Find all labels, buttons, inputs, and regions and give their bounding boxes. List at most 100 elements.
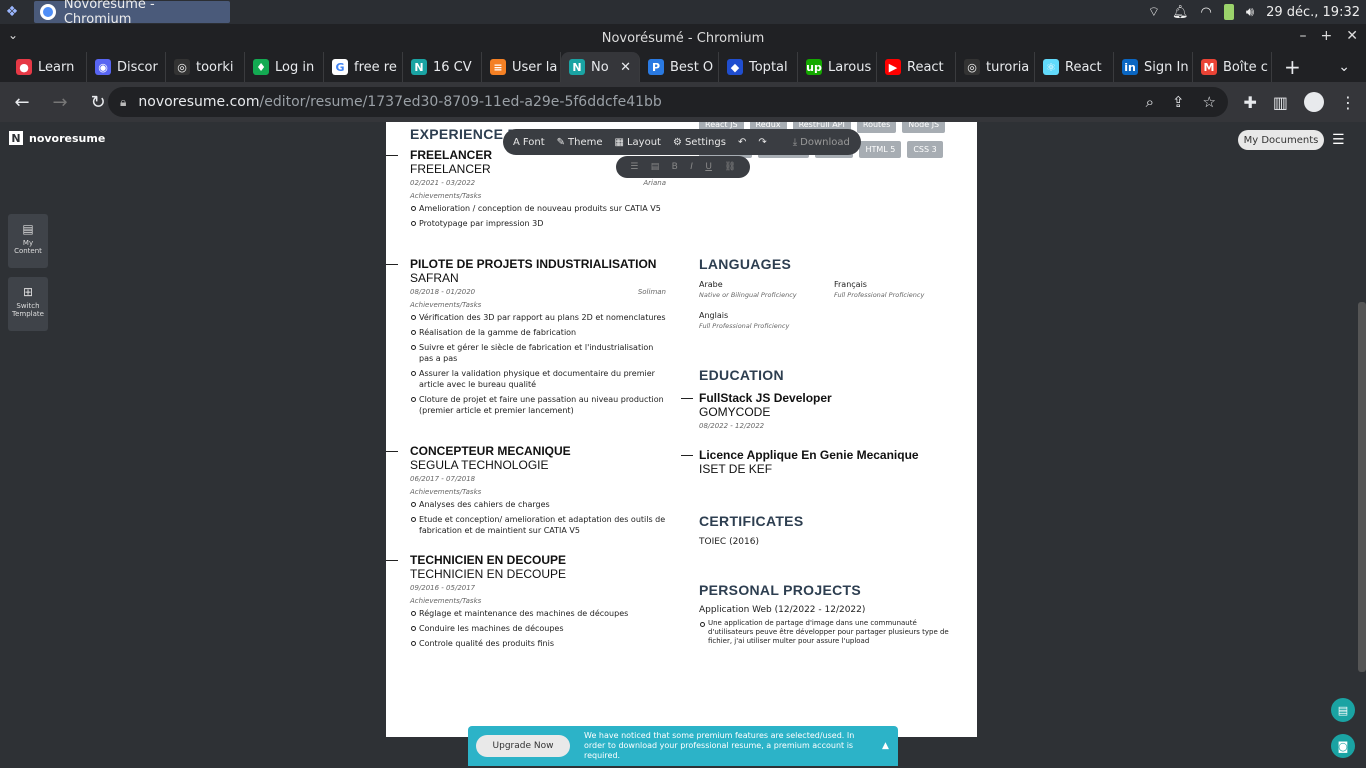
browser-tab[interactable]: ◎ turoria (956, 52, 1035, 82)
upgrade-now-button[interactable]: Upgrade Now (476, 735, 570, 757)
browser-tab[interactable]: ▶ React (877, 52, 956, 82)
profile-avatar[interactable] (1304, 92, 1324, 112)
tab-label: React (1065, 59, 1102, 75)
browser-menu-icon[interactable]: ⋮ (1340, 93, 1356, 112)
certificates-section-title[interactable]: CERTIFICATES (699, 513, 803, 529)
extensions-icon[interactable]: ✚ (1243, 93, 1256, 112)
project-description[interactable]: Une application de partage d'image dans … (699, 619, 949, 646)
link-icon[interactable]: ⛓ (724, 162, 735, 172)
address-bar[interactable]: 🔒︎ novoresume.com/editor/resume/1737ed30… (108, 87, 1228, 117)
layout-label: Layout (626, 136, 661, 148)
bold-icon[interactable]: B (672, 162, 678, 172)
achievements-label: Achievements/Tasks (410, 597, 482, 605)
browser-tab[interactable]: ● Learn (8, 52, 87, 82)
job-location: Soliman (637, 288, 666, 296)
browser-tab[interactable]: P Best O (640, 52, 719, 82)
skill-chip[interactable]: HTML 5 (859, 141, 902, 158)
taskbar-window-title: Novorésumé - Chromium (63, 0, 155, 27)
wifi-icon[interactable]: ◠ (1201, 5, 1212, 20)
education-entry[interactable]: FullStack JS Developer GOMYCODE 08/2022 … (681, 391, 949, 430)
theme-button[interactable]: ✎ Theme (557, 137, 603, 148)
browser-tab[interactable]: ◎ toorki (166, 52, 245, 82)
underline-icon[interactable]: U (705, 162, 712, 172)
my-content-button[interactable]: ▤ My Content (8, 214, 48, 268)
browser-tab[interactable]: ⚛ React (1035, 52, 1114, 82)
my-documents-button[interactable]: My Documents (1238, 130, 1324, 150)
lock-icon[interactable]: 🔒︎ (120, 95, 126, 110)
browser-tab[interactable]: Gfree re (324, 52, 403, 82)
skill-chip[interactable]: Node JS (902, 122, 946, 133)
browser-tab[interactable]: in Sign In (1114, 52, 1193, 82)
layout-button[interactable]: ▦ Layout (615, 137, 661, 148)
job-dates: 09/2016 - 05/2017 (410, 584, 476, 592)
tab-favicon-icon: up (806, 59, 822, 75)
maximize-icon[interactable]: + (1321, 28, 1333, 44)
notification-bell-icon[interactable]: 🔔︎ (1172, 5, 1189, 20)
browser-tab[interactable]: M Boîte c (1193, 52, 1272, 82)
download-label: Download (800, 136, 850, 148)
tab-search-icon[interactable]: ⌄ (1338, 59, 1350, 75)
redo-button[interactable]: ↷ (758, 137, 766, 148)
experience-entry[interactable]: TECHNICIEN EN DECOUPE TECHNICIEN EN DECOU… (386, 553, 666, 653)
network-icon[interactable]: ⌔ (1148, 4, 1160, 20)
hamburger-menu-icon[interactable]: ☰ (1332, 133, 1350, 147)
font-button[interactable]: A Font (513, 137, 545, 148)
my-content-label: My Content (14, 239, 42, 255)
close-window-icon[interactable]: ✕ (1346, 28, 1358, 44)
education-entry[interactable]: Licence Applique En Genie Mecanique ISET… (681, 448, 949, 476)
bookmark-star-icon[interactable]: ☆ (1203, 93, 1216, 111)
languages-section-title[interactable]: LANGUAGES (699, 256, 791, 272)
forward-icon[interactable]: → (44, 86, 76, 118)
language-entry[interactable]: Français Full Professional Proficiency (834, 280, 949, 299)
projects-section-title[interactable]: PERSONAL PROJECTS (699, 582, 861, 598)
italic-icon[interactable]: I (690, 162, 693, 172)
tab-close-icon[interactable]: ✕ (620, 60, 631, 75)
novoresume-logo[interactable]: N novoresume (9, 131, 105, 145)
new-tab-button[interactable]: + (1284, 55, 1301, 79)
tab-strip: ● Learn ◉ Discor ◎ toorki ♦ Log in Gfree re N 16 C… (0, 52, 1366, 82)
browser-tab[interactable]: N 16 CV (403, 52, 482, 82)
volume-icon[interactable]: 🔊︎ (1246, 5, 1254, 20)
zoom-icon[interactable]: ⌕ (1146, 93, 1154, 111)
font-icon: A (513, 136, 520, 148)
browser-tab[interactable]: up Larous (798, 52, 877, 82)
settings-button[interactable]: ⚙ Settings (673, 137, 726, 148)
align-left-icon[interactable]: ☰ (630, 162, 638, 172)
help-docs-icon[interactable]: ▤ (1331, 698, 1355, 722)
taskbar-chromium-window[interactable]: Novorésumé - Chromium (34, 0, 230, 27)
battery-icon[interactable] (1223, 4, 1234, 20)
download-button[interactable]: ⤓ Download (793, 137, 850, 148)
skill-chip[interactable]: CSS 3 (907, 141, 943, 158)
undo-button[interactable]: ↶ (738, 137, 746, 148)
browser-tab[interactable]: ≡ User la (482, 52, 561, 82)
browser-tab[interactable]: N No ✕ (561, 52, 640, 82)
browser-tab[interactable]: ◉ Discor (87, 52, 166, 82)
certificate-item[interactable]: TOIEC (2016) (699, 537, 759, 547)
experience-entry[interactable]: CONCEPTEUR MECANIQUE SEGULA TECHNOLOGIE 06… (386, 444, 666, 540)
experience-entry[interactable]: PILOTE DE PROJETS INDUSTRIALISATION SAFRA… (386, 257, 666, 420)
project-name[interactable]: Application Web (12/2022 - 12/2022) (699, 605, 865, 615)
os-menu-icon[interactable]: ❖ (0, 0, 24, 24)
task-item: Réglage et maintenance des machines de d… (410, 608, 666, 619)
clock[interactable]: 29 déc., 19:32 (1266, 5, 1360, 20)
language-entry[interactable]: Anglais Full Professional Proficiency (699, 311, 834, 330)
job-company: SAFRAN (410, 271, 459, 285)
browser-tab[interactable]: ◆ Toptal (719, 52, 798, 82)
switch-template-button[interactable]: ⊞ Switch Template (8, 277, 48, 331)
skill-chip[interactable]: Routes (856, 122, 897, 133)
theme-label: Theme (568, 136, 603, 148)
side-panel-icon[interactable]: ▥ (1273, 93, 1288, 112)
browser-tab[interactable]: ♦ Log in (245, 52, 324, 82)
experience-section-title[interactable]: EXPERIENCE P (410, 126, 517, 142)
collapse-banner-icon[interactable]: ▲ (882, 741, 889, 751)
chat-support-icon[interactable]: ◙ (1331, 734, 1355, 758)
align-justify-icon[interactable]: ▤ (651, 162, 660, 172)
share-icon[interactable]: ⇪ (1172, 93, 1185, 111)
education-section-title[interactable]: EDUCATION (699, 367, 784, 383)
window-menu-icon[interactable]: ⌄ (8, 28, 18, 42)
language-level: Full Professional Proficiency (834, 291, 925, 299)
back-icon[interactable]: ← (6, 86, 38, 118)
minimize-icon[interactable]: – (1300, 28, 1307, 44)
page-scrollbar[interactable] (1358, 302, 1366, 672)
language-entry[interactable]: Arabe Native or Bilingual Proficiency (699, 280, 834, 299)
